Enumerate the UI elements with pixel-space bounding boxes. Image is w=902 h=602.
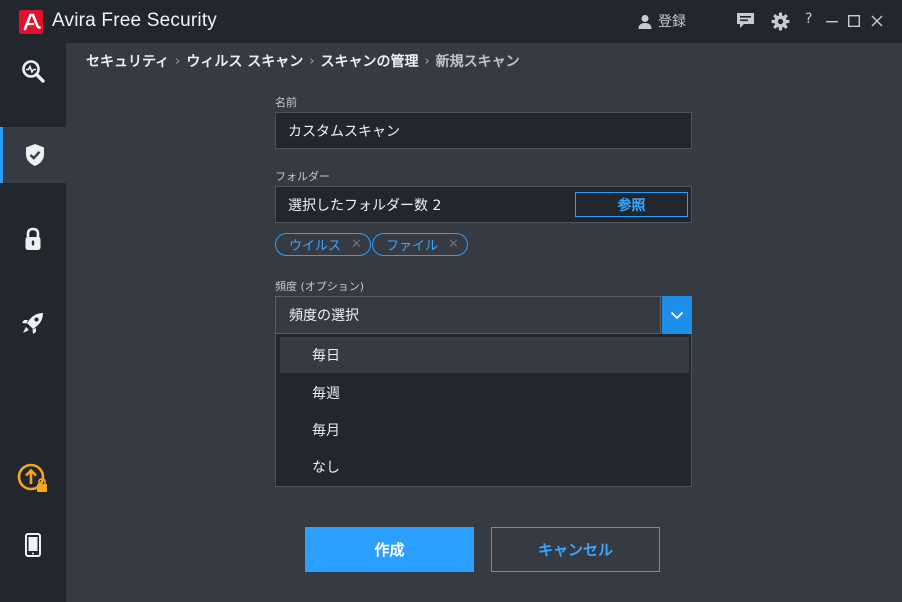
chevron-down-icon [670, 311, 684, 320]
frequency-dropdown-list: 毎日 毎週 毎月 なし [275, 334, 692, 487]
sidebar [0, 43, 66, 602]
app-title: Avira Free Security [52, 10, 218, 31]
create-button[interactable]: 作成 [305, 527, 474, 572]
login-button[interactable]: 登録 [638, 11, 686, 31]
breadcrumb-new-scan: 新規スキャン [435, 54, 520, 70]
nav-performance[interactable] [0, 295, 66, 351]
frequency-select[interactable]: 頻度の選択 [275, 296, 661, 334]
nav-upgrade[interactable] [0, 451, 66, 507]
chevron-right-icon: › [175, 53, 181, 69]
upgrade-icon [17, 463, 47, 492]
help-icon[interactable]: ? [805, 11, 812, 27]
user-icon [638, 14, 652, 29]
shield-icon [25, 144, 44, 166]
title-bar: Avira Free Security 登録 ? [0, 0, 902, 43]
rocket-icon [22, 313, 43, 334]
frequency-option-weekly[interactable]: 毎週 [280, 375, 689, 411]
folder-chip-virus: ウイルス ✕ [275, 233, 371, 256]
minimize-icon[interactable] [826, 14, 838, 28]
status-search-icon [22, 60, 45, 83]
chip-label: ファイル [386, 239, 439, 254]
lock-icon [25, 227, 41, 250]
nav-mobile[interactable] [0, 517, 66, 573]
breadcrumb-security[interactable]: セキュリティ [86, 51, 169, 71]
name-input[interactable]: カスタムスキャン [275, 112, 692, 149]
frequency-label: 頻度 (オプション) [275, 280, 365, 293]
chip-label: ウイルス [289, 239, 342, 254]
close-icon[interactable] [871, 15, 883, 27]
maximize-icon[interactable] [848, 15, 860, 27]
remove-chip-icon[interactable]: ✕ [351, 237, 362, 252]
chevron-right-icon: › [309, 53, 315, 69]
folder-label: フォルダー [275, 170, 330, 183]
breadcrumb-manage-scans[interactable]: スキャンの管理 [320, 51, 418, 71]
feedback-icon[interactable] [736, 12, 755, 30]
frequency-option-none[interactable]: なし [280, 449, 689, 485]
name-label: 名前 [275, 96, 297, 109]
frequency-dropdown-toggle[interactable] [662, 296, 692, 334]
chevron-right-icon: › [424, 53, 430, 69]
nav-status[interactable] [0, 43, 66, 99]
frequency-option-monthly[interactable]: 毎月 [280, 412, 689, 448]
frequency-option-daily[interactable]: 毎日 [280, 337, 689, 373]
breadcrumb-virus-scan[interactable]: ウィルス スキャン [186, 51, 303, 71]
gear-icon[interactable] [771, 12, 790, 31]
folder-chip-file: ファイル ✕ [372, 233, 468, 256]
breadcrumb: セキュリティ › ウィルス スキャン › スキャンの管理 › 新規スキャン [86, 51, 520, 71]
cancel-button[interactable]: キャンセル [491, 527, 660, 572]
remove-chip-icon[interactable]: ✕ [448, 237, 459, 252]
browse-button[interactable]: 参照 [575, 192, 688, 217]
mobile-phone-icon [25, 533, 41, 557]
nav-security[interactable] [0, 127, 66, 183]
nav-privacy[interactable] [0, 211, 66, 267]
login-label: 登録 [658, 14, 686, 30]
folder-value: 選択したフォルダー数 2 [288, 197, 442, 214]
avira-logo [19, 10, 43, 34]
